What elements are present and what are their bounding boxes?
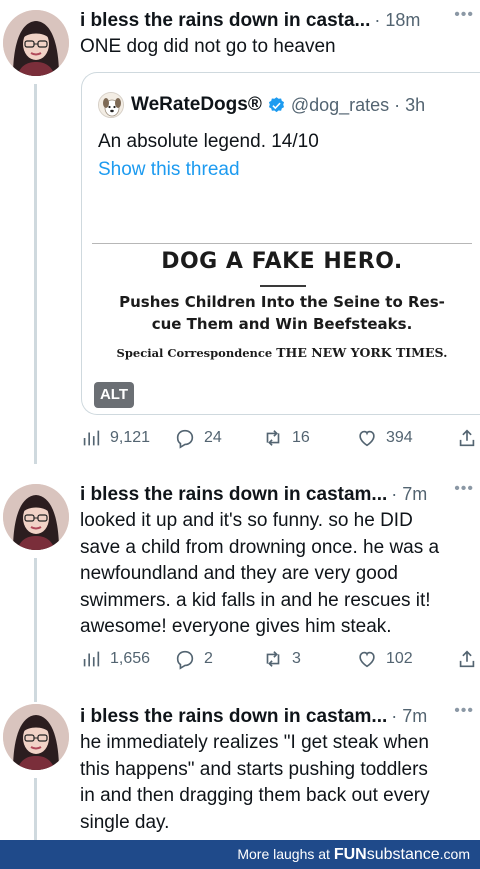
retweet-count: 16: [292, 429, 310, 446]
tweet-text-line: looked it up and it's so funny. so he DI…: [80, 510, 413, 531]
clipping-top-rule: [92, 243, 472, 244]
thread-connector: [34, 84, 37, 464]
reply-bubble-icon: [176, 429, 194, 449]
tweet-text-line: single day.: [80, 811, 170, 833]
watermark-brand-bold: FUN: [333, 846, 367, 863]
woman-portrait-icon: [3, 704, 69, 770]
watermark-suffix: .com: [439, 846, 470, 862]
retweet-button[interactable]: 3: [262, 646, 301, 672]
quoted-tweet-text: An absolute legend. 14/10: [98, 131, 319, 152]
clipping-divider: [260, 285, 306, 287]
thread-connector: [34, 558, 37, 702]
author-avatar[interactable]: [3, 484, 69, 550]
like-count: 394: [386, 429, 413, 446]
woman-portrait-icon: [3, 10, 69, 76]
quoted-author-handle[interactable]: @dog_rates · 3h: [291, 95, 425, 116]
woman-portrait-icon: [3, 484, 69, 550]
tweet-header: i bless the rains down in castam... · 7m …: [80, 702, 480, 730]
retweet-count: 3: [292, 650, 301, 667]
tweet-text-line: save a child from drowning once. he was …: [80, 536, 440, 558]
funsubstance-watermark-bar: More laughs at FUNsubstance.com: [0, 840, 480, 869]
quoted-tweet-header: WeRateDogs® @dog_rates · 3h: [98, 92, 425, 118]
more-options-icon[interactable]: •••: [454, 480, 474, 498]
tweet-text: he immediately realizes "I get steak whe…: [80, 730, 466, 836]
tweet-time[interactable]: · 7m: [391, 706, 427, 726]
views-bar-chart-icon: [83, 430, 100, 446]
views-count: 1,656: [110, 650, 151, 667]
clipping-credit: Special Correspondence THE NEW YORK TIME…: [92, 345, 472, 360]
author-name[interactable]: i bless the rains down in casta...: [80, 10, 370, 31]
heart-icon: [359, 651, 375, 668]
watermark-brand-rest: substance: [366, 846, 440, 863]
tweet-time[interactable]: · 7m: [391, 484, 427, 504]
tweet-1[interactable]: i bless the rains down in casta... · 18m …: [0, 0, 480, 464]
tweet-text-line: newfoundland and they are very good: [80, 563, 398, 584]
views-count: 9,121: [110, 429, 151, 446]
views-button[interactable]: 9,121: [80, 425, 150, 451]
views-button[interactable]: 1,656: [80, 646, 150, 672]
retweet-button[interactable]: 16: [262, 425, 310, 451]
clipping-credit-paper: THE NEW YORK TIMES.: [276, 345, 448, 360]
dog-avatar-icon: [99, 93, 123, 117]
tweet-header: i bless the rains down in casta... · 18m …: [80, 6, 480, 34]
tweet-text-line: this happens" and starts pushing toddler…: [80, 758, 428, 780]
like-button[interactable]: 102: [356, 646, 413, 672]
like-count: 102: [386, 650, 413, 667]
quoted-author-avatar[interactable]: [98, 92, 124, 118]
tweet-text-line: swimmers. a kid falls in and he rescues …: [80, 589, 431, 611]
quoted-tweet-card[interactable]: WeRateDogs® @dog_rates · 3h An absolute …: [81, 72, 480, 415]
tweet-text: looked it up and it's so funny. so he DI…: [80, 508, 466, 641]
verified-badge-icon: [268, 96, 284, 112]
reply-button[interactable]: 2: [174, 646, 213, 672]
tweet-text-line: awesome! everyone gives him steak.: [80, 616, 392, 637]
clipping-credit-prefix: Special Correspondence: [116, 346, 273, 360]
share-button[interactable]: [456, 425, 480, 451]
tweet-header: i bless the rains down in castam... · 7m …: [80, 480, 480, 508]
author-avatar[interactable]: [3, 704, 69, 770]
more-options-icon[interactable]: •••: [454, 702, 474, 720]
tweet-actions: 9,121 24 16 394: [80, 425, 480, 451]
thread-connector: [34, 778, 37, 840]
author-name[interactable]: i bless the rains down in castam...: [80, 484, 387, 505]
reply-button[interactable]: 24: [174, 425, 222, 451]
watermark-prefix: More laughs at: [237, 846, 330, 862]
tweet-time[interactable]: · 18m: [374, 10, 420, 30]
more-options-icon[interactable]: •••: [454, 6, 474, 24]
alt-text-badge[interactable]: ALT: [94, 382, 134, 408]
retweet-arrows-icon: [266, 651, 280, 667]
show-thread-link[interactable]: Show this thread: [98, 159, 240, 181]
heart-icon: [359, 430, 375, 447]
clipping-subline-1: Pushes Children Into the Seine to Res-: [119, 293, 445, 311]
quoted-author-name[interactable]: WeRateDogs®: [131, 94, 262, 116]
share-upload-icon: [459, 650, 475, 668]
tweet-text-line: in and then dragging them back out every: [80, 785, 430, 806]
author-avatar[interactable]: [3, 10, 69, 76]
clipping-subline-2: cue Them and Win Beefsteaks.: [151, 315, 413, 333]
share-button[interactable]: [456, 646, 480, 672]
tweet-text: ONE dog did not go to heaven: [80, 36, 336, 57]
tweet-actions: 1,656 2 3 102: [80, 646, 480, 672]
like-button[interactable]: 394: [356, 425, 413, 451]
reply-count: 24: [204, 429, 222, 446]
author-name[interactable]: i bless the rains down in castam...: [80, 706, 387, 727]
tweet-2[interactable]: i bless the rains down in castam... · 7m …: [0, 470, 480, 702]
reply-bubble-icon: [176, 650, 194, 670]
views-bar-chart-icon: [83, 651, 100, 667]
retweet-arrows-icon: [266, 430, 280, 446]
share-upload-icon: [459, 429, 475, 447]
tweet-text-line: he immediately realizes "I get steak whe…: [80, 732, 429, 753]
newspaper-clipping-image[interactable]: DOG A FAKE HERO. Pushes Children Into th…: [92, 241, 472, 371]
reply-count: 2: [204, 650, 213, 667]
tweet-3[interactable]: i bless the rains down in castam... · 7m …: [0, 692, 480, 840]
clipping-headline: DOG A FAKE HERO.: [161, 249, 403, 274]
